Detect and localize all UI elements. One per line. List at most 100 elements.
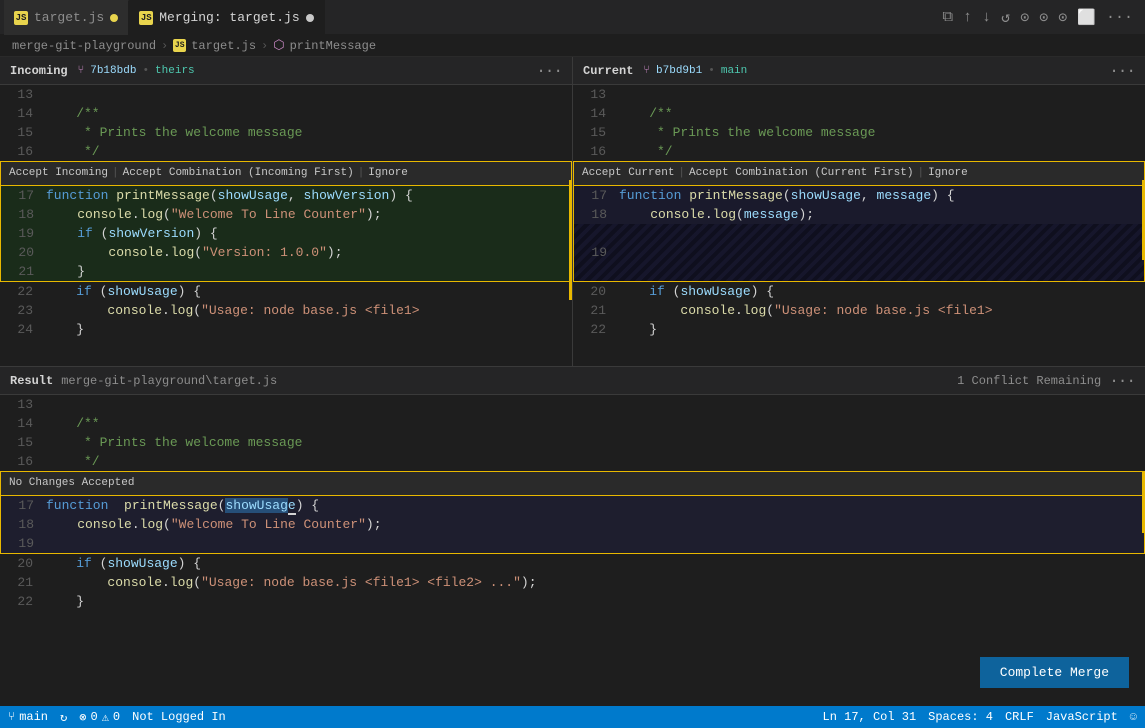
error-status[interactable]: ⊗ 0 ⚠ 0 — [79, 710, 120, 725]
branch-status[interactable]: ⑂ main — [8, 710, 48, 724]
accept-current-button[interactable]: Accept Current — [582, 164, 674, 183]
line-number: 17 — [574, 186, 619, 205]
table-row: 24 } — [0, 320, 572, 339]
conflict-count: 1 Conflict Remaining — [957, 374, 1101, 388]
down-icon[interactable]: ↓ — [982, 9, 991, 26]
current-panel-header: Current ⑂ b7bd9b1 • main ··· — [573, 57, 1145, 85]
language-mode[interactable]: JavaScript — [1046, 710, 1118, 724]
breadcrumb-root[interactable]: merge-git-playground — [12, 39, 156, 53]
line-number: 16 — [573, 142, 618, 161]
line-content: console.log("Usage: node base.js <file1> — [618, 301, 1145, 320]
eol-setting[interactable]: CRLF — [1005, 710, 1034, 724]
table-row: 19 — [1, 534, 1144, 553]
line-number: 18 — [1, 205, 46, 224]
line-number: 14 — [0, 104, 45, 123]
line-number: 21 — [0, 573, 45, 592]
line-number: 14 — [573, 104, 618, 123]
complete-merge-button[interactable]: Complete Merge — [980, 657, 1129, 688]
incoming-sep: • — [142, 65, 149, 77]
accept-incoming-button[interactable]: Accept Incoming — [9, 164, 108, 183]
line-content: } — [45, 592, 1145, 611]
refresh-icon[interactable]: ↺ — [1001, 8, 1010, 27]
breadcrumb-fn[interactable]: printMessage — [290, 39, 376, 53]
error-icon: ⊗ — [79, 710, 86, 725]
tab-target-js[interactable]: JS target.js — [4, 0, 129, 35]
table-row: 19 — [574, 224, 1144, 281]
table-row: 22 } — [573, 320, 1145, 339]
table-row: 21 console.log("Usage: node base.js <fil… — [0, 573, 1145, 592]
incoming-branch: theirs — [155, 65, 195, 77]
line-number: 15 — [0, 123, 45, 142]
login-status[interactable]: Not Logged In — [132, 710, 226, 724]
table-row: 16 */ — [0, 142, 572, 161]
table-row: 20 console.log("Version: 1.0.0"); — [1, 243, 571, 262]
circle-icon-2[interactable]: ⊙ — [1039, 8, 1048, 27]
incoming-conflict-block: Accept Incoming | Accept Combination (In… — [0, 161, 572, 282]
line-content: */ — [45, 452, 1145, 471]
up-icon[interactable]: ↑ — [963, 9, 972, 26]
table-row: 22 } — [0, 592, 1145, 611]
current-label: Current — [583, 64, 633, 78]
line-number: 21 — [573, 301, 618, 320]
tab-merging-target-js[interactable]: JS Merging: target.js — [129, 0, 324, 35]
current-sep: • — [708, 65, 715, 77]
line-content: * Prints the welcome message — [45, 433, 1145, 452]
sync-status[interactable]: ↻ — [60, 710, 67, 725]
toolbar-icons: ⧉ ↑ ↓ ↺ ⊙ ⊙ ⊙ ⬜ ··· — [942, 8, 1141, 27]
warning-count: 0 — [113, 710, 120, 724]
table-row: 15 * Prints the welcome message — [0, 123, 572, 142]
table-row: 22 if (showUsage) { — [0, 282, 572, 301]
current-hash: b7bd9b1 — [656, 65, 702, 77]
line-content: function printMessage(showUsage) { — [46, 496, 1144, 515]
table-row: 14 /** — [0, 414, 1145, 433]
breadcrumb-sep-1: › — [161, 39, 168, 53]
tab-bar: JS target.js JS Merging: target.js ⧉ ↑ ↓… — [0, 0, 1145, 35]
line-number: 13 — [573, 85, 618, 104]
incoming-more-button[interactable]: ··· — [536, 62, 562, 80]
accept-combination-current-button[interactable]: Accept Combination (Current First) — [689, 164, 913, 183]
line-number: 20 — [1, 243, 46, 262]
result-file-path: merge-git-playground\target.js — [61, 374, 277, 388]
js-icon: JS — [14, 11, 28, 25]
top-panels: Incoming ⑂ 7b18bdb • theirs ··· 13 — [0, 57, 1145, 367]
ignore-incoming-button[interactable]: Ignore — [368, 164, 408, 183]
cursor-position[interactable]: Ln 17, Col 31 — [823, 710, 917, 724]
line-number: 20 — [0, 554, 45, 573]
current-more-button[interactable]: ··· — [1109, 62, 1135, 80]
table-row: 17 function printMessage(showUsage, mess… — [574, 186, 1144, 205]
table-row: 18 console.log(message); — [574, 205, 1144, 224]
breadcrumb: merge-git-playground › JS target.js › ⬡ … — [0, 35, 1145, 57]
tab-label-1: target.js — [34, 10, 104, 25]
incoming-branch-info: ⑂ 7b18bdb • theirs — [78, 65, 195, 77]
line-content: if (showUsage) { — [618, 282, 1145, 301]
table-row: 21 } — [1, 262, 571, 281]
copy-icon[interactable]: ⧉ — [942, 8, 953, 26]
accept-combination-incoming-button[interactable]: Accept Combination (Incoming First) — [123, 164, 354, 183]
breadcrumb-sep-2: › — [261, 39, 268, 53]
layout-icon[interactable]: ⬜ — [1077, 8, 1096, 27]
table-row: 17 function printMessage(showUsage) { — [1, 496, 1144, 515]
more-icon[interactable]: ··· — [1106, 9, 1133, 26]
status-right: Ln 17, Col 31 Spaces: 4 CRLF JavaScript … — [823, 710, 1137, 724]
circle-icon-3[interactable]: ⊙ — [1058, 8, 1067, 27]
spaces-setting[interactable]: Spaces: 4 — [928, 710, 993, 724]
current-branch: main — [721, 65, 747, 77]
table-row: 21 console.log("Usage: node base.js <fil… — [573, 301, 1145, 320]
ignore-current-button[interactable]: Ignore — [928, 164, 968, 183]
circle-icon-1[interactable]: ⊙ — [1020, 8, 1029, 27]
result-more-button[interactable]: ··· — [1109, 372, 1135, 390]
error-count: 0 — [90, 710, 97, 724]
line-number: 22 — [0, 592, 45, 611]
line-number: 19 — [1, 534, 46, 553]
incoming-label: Incoming — [10, 64, 68, 78]
table-row: 15 * Prints the welcome message — [573, 123, 1145, 142]
line-number: 22 — [573, 320, 618, 339]
result-label: Result — [10, 374, 53, 388]
result-panel: Result merge-git-playground\target.js 1 … — [0, 367, 1145, 706]
line-content: if (showUsage) { — [45, 554, 1145, 573]
no-changes-label: No Changes Accepted — [1, 472, 1144, 496]
result-conflict-block: No Changes Accepted 17 function printMes… — [0, 471, 1145, 554]
breadcrumb-file[interactable]: target.js — [191, 39, 256, 53]
feedback-icon[interactable]: ☺ — [1130, 710, 1137, 724]
table-row: 20 if (showUsage) { — [0, 554, 1145, 573]
